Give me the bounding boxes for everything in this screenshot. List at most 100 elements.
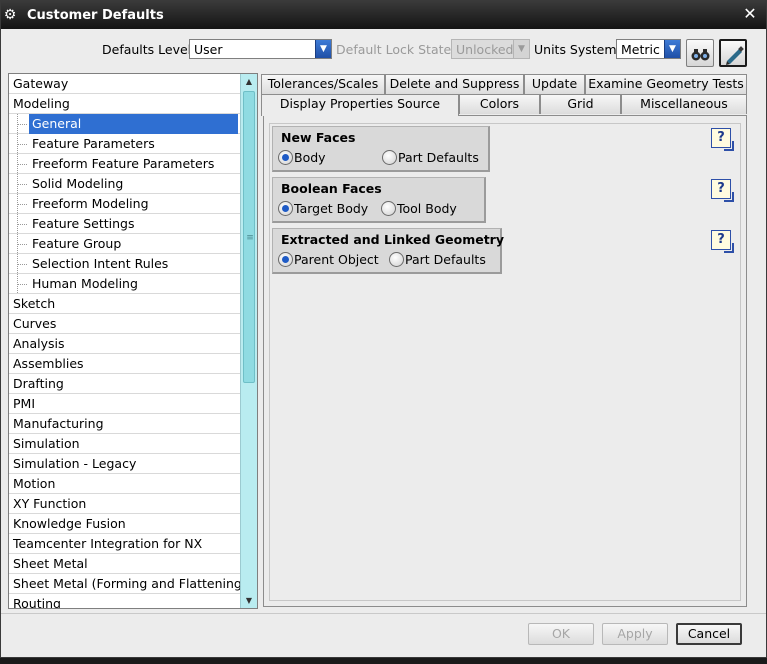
- tab-miscellaneous[interactable]: Miscellaneous: [621, 94, 747, 114]
- tree-item[interactable]: Assemblies: [9, 354, 241, 374]
- tree-item[interactable]: Curves: [9, 314, 241, 334]
- help-icon[interactable]: ?: [711, 230, 734, 253]
- ok-button[interactable]: OK: [528, 623, 594, 645]
- chevron-down-icon[interactable]: ▼: [315, 40, 331, 58]
- tree-item[interactable]: PMI: [9, 394, 241, 414]
- radio-selected-icon[interactable]: [278, 252, 293, 267]
- radio-selected-icon[interactable]: [278, 201, 293, 216]
- pencil-icon: [726, 46, 744, 65]
- category-tree[interactable]: Gateway Modeling General Feature Parameters…: [8, 73, 258, 609]
- binoculars-icon: [691, 49, 710, 61]
- new-faces-part-defaults-radio[interactable]: Part Defaults: [382, 149, 482, 167]
- tree-item[interactable]: Gateway: [9, 74, 241, 94]
- tab-grid[interactable]: Grid: [540, 94, 621, 114]
- defaults-level-select[interactable]: User ▼: [189, 39, 332, 59]
- extracted-part-defaults-radio[interactable]: Part Defaults: [389, 251, 489, 269]
- help-icon[interactable]: ?: [711, 179, 734, 202]
- gear-icon[interactable]: ⚙: [3, 8, 17, 22]
- tree-item[interactable]: Modeling: [9, 94, 241, 114]
- scroll-down-icon[interactable]: ▼: [241, 593, 257, 608]
- tree-item[interactable]: Selection Intent Rules: [9, 254, 241, 274]
- tree-item[interactable]: Solid Modeling: [9, 174, 241, 194]
- tree-item-label: Modeling: [13, 96, 70, 111]
- tab-row-2: Display Properties Source Colors Grid Mi…: [261, 94, 749, 116]
- radio-selected-icon[interactable]: [278, 150, 293, 165]
- tab-row-1: Tolerances/Scales Delete and Suppress Up…: [261, 74, 749, 94]
- help-icon[interactable]: ?: [711, 128, 734, 151]
- tree-item[interactable]: Teamcenter Integration for NX: [9, 534, 241, 554]
- manage-defaults-button[interactable]: [719, 39, 747, 67]
- tree-item-label: Simulation - Legacy: [13, 456, 137, 471]
- new-faces-body-radio[interactable]: Body: [278, 149, 348, 167]
- tree-list: Gateway Modeling General Feature Parameters…: [9, 74, 247, 609]
- defaults-level-label: Defaults Level: [102, 42, 192, 57]
- tab-update[interactable]: Update: [524, 74, 585, 94]
- tree-item[interactable]: Freeform Feature Parameters: [9, 154, 241, 174]
- new-faces-group: New Faces Body Part Defaults: [272, 126, 490, 172]
- title-bar[interactable]: ⚙ Customer Defaults ✕: [1, 1, 766, 29]
- tree-item-label: Human Modeling: [32, 276, 138, 291]
- tree-item-label: Knowledge Fusion: [13, 516, 126, 531]
- tab-tolerances-scales[interactable]: Tolerances/Scales: [261, 74, 385, 94]
- apply-button[interactable]: Apply: [602, 623, 668, 645]
- tree-item-label: Gateway: [13, 76, 69, 91]
- radio-label: Target Body: [294, 201, 369, 216]
- tree-item[interactable]: Motion: [9, 474, 241, 494]
- customer-defaults-window: ⚙ Customer Defaults ✕ Defaults Level Use…: [0, 0, 767, 658]
- tab-display-properties-source[interactable]: Display Properties Source: [261, 94, 459, 116]
- close-icon[interactable]: ✕: [742, 6, 758, 22]
- tree-item-label: Selection Intent Rules: [32, 256, 169, 271]
- tree-item[interactable]: Drafting: [9, 374, 241, 394]
- tree-item[interactable]: Sheet Metal: [9, 554, 241, 574]
- radio-label: Body: [294, 150, 326, 165]
- radio-label: Part Defaults: [398, 150, 479, 165]
- scroll-thumb[interactable]: ≡: [243, 91, 255, 383]
- tree-item[interactable]: Routing: [9, 594, 241, 609]
- tree-item[interactable]: Feature Parameters: [9, 134, 241, 154]
- cancel-button[interactable]: Cancel: [676, 623, 742, 645]
- tree-scrollbar[interactable]: ▲ ≡ ▼: [240, 74, 257, 608]
- radio-unselected-icon[interactable]: [382, 150, 397, 165]
- tree-item-label: Manufacturing: [13, 416, 104, 431]
- chevron-down-icon: ▼: [513, 40, 529, 58]
- tree-item-label: PMI: [13, 396, 36, 411]
- tree-item[interactable]: XY Function: [9, 494, 241, 514]
- tab-examine-geometry-tests[interactable]: Examine Geometry Tests: [585, 74, 747, 94]
- tree-item[interactable]: General: [9, 114, 241, 134]
- find-default-button[interactable]: [686, 39, 714, 67]
- tree-item[interactable]: Simulation: [9, 434, 241, 454]
- chevron-down-icon[interactable]: ▼: [664, 40, 680, 58]
- tree-item[interactable]: Freeform Modeling: [9, 194, 241, 214]
- tree-item[interactable]: Analysis: [9, 334, 241, 354]
- tree-item[interactable]: Feature Group: [9, 234, 241, 254]
- scroll-up-icon[interactable]: ▲: [241, 74, 257, 89]
- tree-item-label: Routing: [13, 596, 61, 609]
- tree-item[interactable]: Human Modeling: [9, 274, 241, 294]
- radio-unselected-icon[interactable]: [389, 252, 404, 267]
- tab-delete-and-suppress[interactable]: Delete and Suppress: [385, 74, 524, 94]
- tree-item-label: Assemblies: [13, 356, 84, 371]
- tree-item[interactable]: Sheet Metal (Forming and Flattening): [9, 574, 247, 594]
- tab-colors[interactable]: Colors: [459, 94, 540, 114]
- tree-item[interactable]: Sketch: [9, 294, 241, 314]
- footer-divider: [1, 613, 766, 614]
- extracted-linked-geometry-title: Extracted and Linked Geometry: [281, 232, 504, 247]
- units-system-select[interactable]: Metric ▼: [616, 39, 681, 59]
- lock-state-select: Unlocked ▼: [451, 39, 530, 59]
- extracted-parent-object-radio[interactable]: Parent Object: [278, 251, 383, 269]
- tree-item-label: Feature Parameters: [32, 136, 155, 151]
- units-system-label: Units System: [534, 42, 617, 57]
- boolean-target-body-radio[interactable]: Target Body: [278, 200, 378, 218]
- tree-item-label: Simulation: [13, 436, 80, 451]
- boolean-tool-body-radio[interactable]: Tool Body: [381, 200, 481, 218]
- defaults-level-value: User: [194, 42, 223, 57]
- new-faces-title: New Faces: [281, 130, 356, 145]
- tree-item[interactable]: Feature Settings: [9, 214, 241, 234]
- tree-item[interactable]: Knowledge Fusion: [9, 514, 241, 534]
- units-system-value: Metric: [621, 42, 660, 57]
- tree-item-label: Motion: [13, 476, 56, 491]
- radio-unselected-icon[interactable]: [381, 201, 396, 216]
- tree-item[interactable]: Simulation - Legacy: [9, 454, 241, 474]
- boolean-faces-title: Boolean Faces: [281, 181, 382, 196]
- tree-item[interactable]: Manufacturing: [9, 414, 241, 434]
